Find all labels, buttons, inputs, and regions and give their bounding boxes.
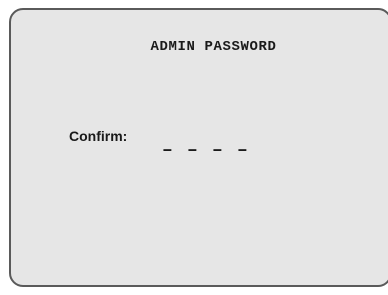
confirm-label: Confirm: <box>69 128 128 144</box>
pin-slot-3: – <box>212 141 223 161</box>
admin-password-screen: ADMIN PASSWORD Confirm: – – – – <box>9 8 388 287</box>
pin-slot-2: – <box>187 141 198 161</box>
confirm-password-field[interactable]: – – – – <box>162 140 262 162</box>
pin-slot-4: – <box>237 141 248 161</box>
screen-title: ADMIN PASSWORD <box>150 39 277 55</box>
pin-slot-1: – <box>162 141 173 161</box>
